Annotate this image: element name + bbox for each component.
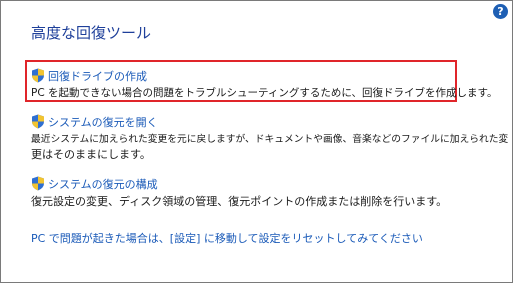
description-line: 更はそのままにします。 [31, 148, 151, 161]
item-description: PC を起動できない場合の問題をトラブルシューティングするために、回復ドライブを… [31, 86, 498, 101]
create-recovery-drive-link[interactable]: 回復ドライブの作成 [48, 68, 147, 84]
uac-shield-icon [32, 68, 44, 83]
reset-pc-settings-link[interactable]: PC で問題が起きた場合は、[設定] に移動して設定をリセットしてみてください [31, 230, 423, 246]
uac-shield-icon [32, 114, 44, 129]
open-system-restore-link[interactable]: システムの復元を開く [48, 114, 158, 130]
recovery-option-open-system-restore: システムの復元を開く 最近システムに加えられた変更を元に戻しますが、ドキュメント… [31, 114, 508, 162]
item-header: システムの復元の構成 [31, 176, 447, 191]
recovery-option-create-drive: 回復ドライブの作成 PC を起動できない場合の問題をトラブルシューティングするた… [31, 68, 498, 101]
item-header: 回復ドライブの作成 [31, 68, 498, 83]
description-line: PC を起動できない場合の問題をトラブルシューティングするために、回復ドライブを… [31, 87, 498, 99]
item-description: 最近システムに加えられた変更を元に戻しますが、ドキュメントや画像、音楽などのファ… [31, 132, 508, 162]
item-header: システムの復元を開く [31, 114, 508, 129]
uac-shield-icon [32, 176, 44, 191]
page-title: 高度な回復ツール [31, 24, 152, 42]
item-description: 復元設定の変更、ディスク領域の管理、復元ポイントの作成または削除を行います。 [31, 194, 447, 209]
recovery-window: ? 高度な回復ツール 回復ドライブの作成 PC を起動できない場合の問題をトラブ… [0, 0, 513, 283]
description-line: 最近システムに加えられた変更を元に戻しますが、ドキュメントや画像、音楽などのファ… [31, 134, 509, 145]
recovery-option-configure-system-restore: システムの復元の構成 復元設定の変更、ディスク領域の管理、復元ポイントの作成また… [31, 176, 447, 209]
description-line: 復元設定の変更、ディスク領域の管理、復元ポイントの作成または削除を行います。 [31, 195, 448, 208]
configure-system-restore-link[interactable]: システムの復元の構成 [48, 176, 158, 192]
help-icon[interactable]: ? [493, 4, 508, 19]
